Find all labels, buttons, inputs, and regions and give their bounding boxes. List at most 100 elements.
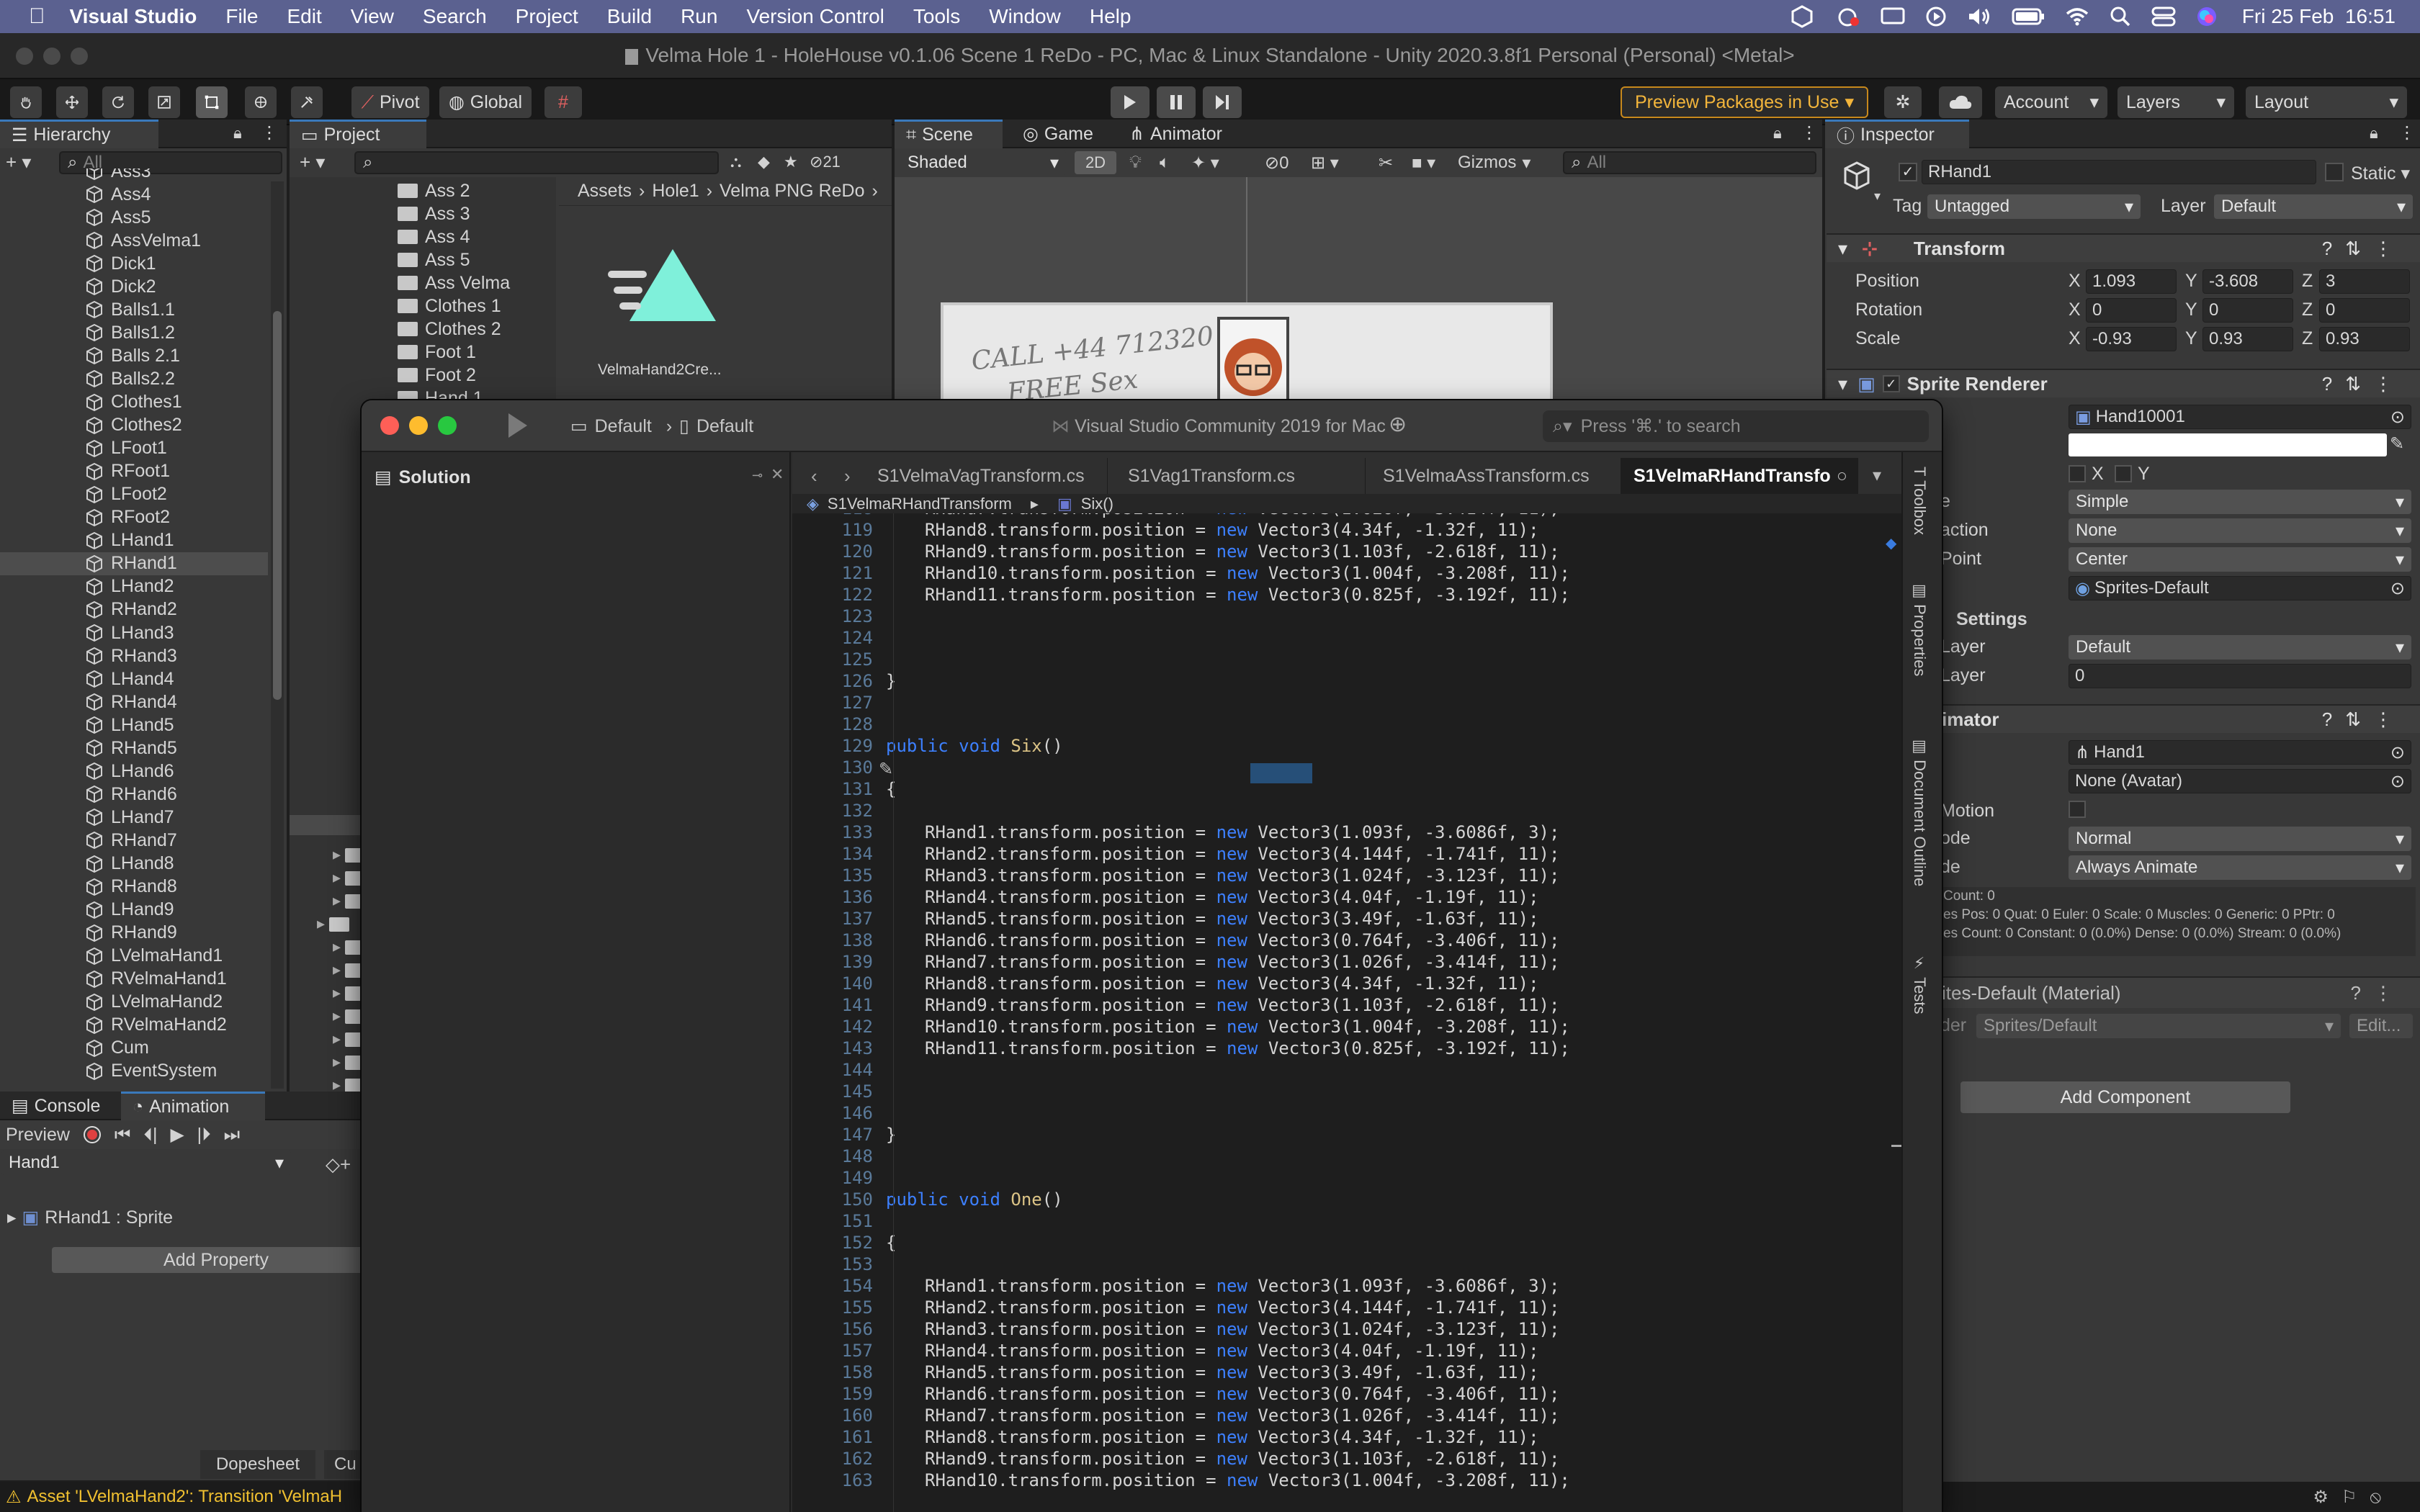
code-line[interactable]: 160 RHand7.transform.position = new Vecto… (792, 1405, 1901, 1426)
kebab-menu-icon[interactable]: ⋮ (2398, 122, 2416, 143)
component-header-icons[interactable]: ?⇅⋮ (2322, 238, 2406, 260)
root-motion-checkbox[interactable] (2069, 801, 2086, 818)
dopesheet-tab[interactable]: Dopesheet (200, 1450, 315, 1479)
project-folder[interactable]: Ass 4 (398, 226, 470, 248)
hierarchy-scrollbar[interactable] (271, 181, 284, 1089)
siri-icon[interactable] (2196, 6, 2218, 27)
code-line[interactable]: 155 RHand2.transform.position = new Vecto… (792, 1297, 1901, 1318)
hierarchy-item[interactable]: Dick2 (0, 275, 268, 298)
code-line[interactable]: 127 (792, 692, 1901, 714)
code-line[interactable]: 146 (792, 1102, 1901, 1124)
grid-snap-button[interactable]: # (544, 86, 582, 118)
next-keyframe-icon[interactable]: |⏵ (197, 1125, 211, 1146)
code-line[interactable]: 138 RHand6.transform.position = new Vecto… (792, 930, 1901, 951)
transform-x-field[interactable]: -0.93 (2086, 327, 2177, 351)
transform-z-field[interactable]: 0.93 (2319, 327, 2410, 351)
wifi-icon[interactable] (2065, 6, 2089, 27)
code-line[interactable]: 144 (792, 1059, 1901, 1081)
code-editor[interactable]: 118 RHand7.transform.position = new Vecto… (792, 513, 1901, 1512)
code-line[interactable]: 145 (792, 1081, 1901, 1102)
code-line[interactable]: 159 RHand6.transform.position = new Vecto… (792, 1383, 1901, 1405)
shader-edit-button[interactable]: Edit... (2349, 1014, 2413, 1038)
hierarchy-item[interactable]: RFoot2 (0, 506, 268, 529)
play-media-icon[interactable] (1925, 6, 1947, 27)
code-line[interactable]: 133 RHand1.transform.position = new Vecto… (792, 822, 1901, 843)
hierarchy-item[interactable]: LHand9 (0, 899, 268, 922)
transform-x-field[interactable]: 1.093 (2086, 269, 2177, 294)
toolbox-pad-tab[interactable]: T Toolbox (1910, 467, 1929, 535)
scene-search-input[interactable]: ⌕ All (1563, 151, 1816, 174)
character-sprite[interactable] (1217, 317, 1289, 403)
kebab-menu-icon[interactable]: ⋮ (261, 122, 278, 143)
minimize-window-button[interactable] (43, 48, 60, 65)
code-line[interactable]: 147} (792, 1124, 1901, 1146)
pivot-toggle-button[interactable]: ⟋ Pivot (351, 86, 429, 118)
component-header-icons[interactable]: ?⇅⋮ (2322, 708, 2406, 731)
code-line[interactable]: 140 RHand8.transform.position = new Vecto… (792, 973, 1901, 994)
component-header-icons[interactable]: ?⋮ (2351, 982, 2406, 1004)
file-tab-ass[interactable]: S1VelmaAssTransform.cs (1370, 458, 1622, 494)
object-picker-icon[interactable]: ⊙ (2390, 771, 2405, 792)
minimize-window-button[interactable] (409, 416, 428, 435)
object-name-field[interactable]: RHand1 (1922, 160, 2316, 184)
code-line[interactable]: 162 RHand9.transform.position = new Vecto… (792, 1448, 1901, 1470)
hierarchy-item[interactable]: AssVelma1 (0, 229, 268, 252)
transform-y-field[interactable]: 0 (2202, 298, 2293, 323)
flip-x-checkbox[interactable] (2069, 465, 2086, 482)
project-search-input[interactable]: ⌕ (354, 151, 719, 174)
menu-clock[interactable]: Fri 25 Feb 16:51 (2242, 5, 2396, 28)
mask-interaction-dropdown[interactable]: None ▾ (2069, 518, 2411, 543)
2d-toggle[interactable]: 2D (1075, 151, 1116, 174)
hierarchy-item[interactable]: RVelmaHand1 (0, 968, 268, 991)
tab-hierarchy[interactable]: ☰ Hierarchy (0, 120, 158, 148)
global-toggle-button[interactable]: ◍ Global (439, 86, 532, 118)
hierarchy-item[interactable]: LFoot2 (0, 483, 268, 506)
code-line[interactable]: 134 RHand2.transform.position = new Vecto… (792, 843, 1901, 865)
hierarchy-item[interactable]: RHand1 (0, 552, 268, 575)
layers-dropdown[interactable]: Layers ▾ (2118, 86, 2234, 118)
apple-icon[interactable]:  (29, 4, 45, 29)
record-icon[interactable] (83, 1125, 102, 1144)
lock-icon[interactable]: 🔒︎ (2370, 124, 2378, 143)
pin-icon[interactable]: ⊸ (752, 468, 763, 483)
asset-thumbnail[interactable] (608, 242, 730, 336)
code-line[interactable]: 157 RHand4.transform.position = new Vecto… (792, 1340, 1901, 1362)
menu-project[interactable]: Project (516, 5, 578, 28)
document-outline-pad-tab[interactable]: ▤ Document Outline (1910, 737, 1929, 886)
object-picker-icon[interactable]: ⊙ (2390, 742, 2405, 763)
code-line[interactable]: 148 (792, 1146, 1901, 1167)
code-line[interactable]: 129 public void Six() (792, 735, 1901, 757)
battery-icon[interactable] (2012, 7, 2045, 26)
menu-tools[interactable]: Tools (913, 5, 960, 28)
layer-dropdown[interactable]: Default ▾ (2214, 194, 2413, 219)
play-icon[interactable]: ▶ (170, 1124, 184, 1146)
curves-tab[interactable]: Cu (324, 1450, 362, 1479)
hierarchy-item[interactable]: Clothes1 (0, 391, 268, 414)
zoom-window-button[interactable] (438, 416, 457, 435)
properties-pad-tab[interactable]: ▤ Properties (1910, 582, 1929, 676)
project-folder[interactable]: Ass 5 (398, 249, 470, 271)
hierarchy-scroll-thumb[interactable] (273, 311, 282, 700)
status-icons[interactable]: ⚙⚐⦸ (2313, 1487, 2394, 1508)
lighting-icon[interactable]: 💡︎ (1129, 153, 1142, 173)
code-line[interactable]: 161 RHand8.transform.position = new Vecto… (792, 1426, 1901, 1448)
tab-project[interactable]: ▭ Project (290, 120, 426, 148)
hierarchy-item[interactable]: LHand8 (0, 852, 268, 876)
add-component-button[interactable]: Add Component (1960, 1081, 2290, 1113)
project-folder[interactable]: Foot 2 (398, 364, 476, 386)
object-picker-icon[interactable]: ⊙ (2390, 407, 2405, 428)
sprite-sort-point-dropdown[interactable]: Center ▾ (2069, 547, 2411, 572)
hierarchy-item[interactable]: LVelmaHand1 (0, 945, 268, 968)
transform-y-field[interactable]: -3.608 (2202, 269, 2293, 294)
tab-overflow-icon[interactable]: ▾ (1873, 465, 1881, 486)
chevron-down-icon[interactable]: ▾ (1874, 189, 1881, 204)
configuration-selector[interactable]: ▭ Default › ▯ Default (570, 413, 753, 439)
menu-view[interactable]: View (351, 5, 394, 28)
code-line[interactable]: 125 (792, 649, 1901, 670)
code-line[interactable]: 132 (792, 800, 1901, 822)
layout-dropdown[interactable]: Layout ▾ (2246, 86, 2407, 118)
project-folder[interactable]: Clothes 2 (398, 318, 501, 340)
first-keyframe-icon[interactable]: ⏮ (115, 1125, 131, 1146)
file-tab-rhand-active[interactable]: S1VelmaRHandTransfo ○ (1621, 458, 1858, 494)
unsaved-dot-icon[interactable]: ○ (1837, 466, 1847, 487)
